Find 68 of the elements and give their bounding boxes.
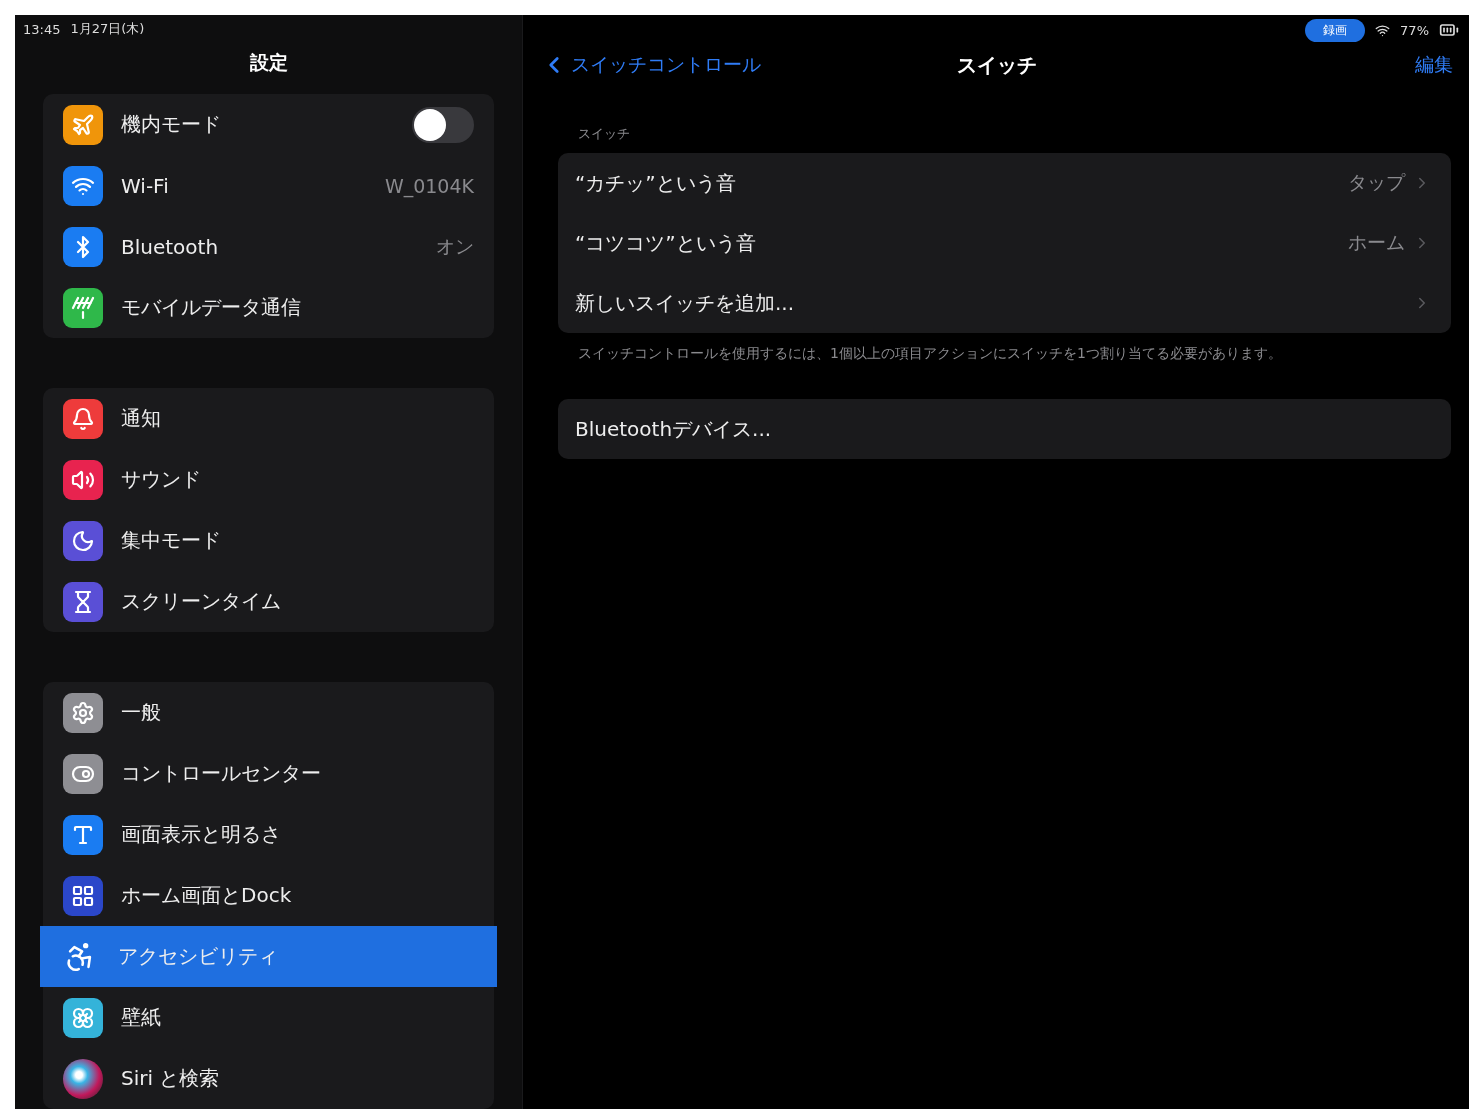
section-header: スイッチ: [577, 125, 631, 143]
flower-icon: [63, 997, 103, 1038]
status-date: 1月27日(木): [70, 20, 145, 39]
item-label: Bluetooth: [121, 234, 220, 259]
item-label: コントロールセンター: [121, 760, 322, 787]
item-label: Wi-Fi: [121, 173, 170, 198]
row-label: “コツコツ”という音: [575, 229, 757, 257]
battery-percent: 77%: [1400, 22, 1429, 38]
back-link[interactable]: スイッチコントロール: [541, 52, 957, 78]
edit-link[interactable]: 編集: [1415, 52, 1453, 78]
row-label: Bluetoothデバイス...: [575, 415, 773, 443]
sidebar-item[interactable]: 機内モード: [43, 94, 494, 155]
item-label: 画面表示と明るさ: [121, 821, 282, 848]
sidebar-item[interactable]: スクリーンタイム: [43, 571, 494, 632]
footer-note: スイッチコントロールを使用するには、1個以上の項目アクションにスイッチを1つ割り当てる必要があります。: [577, 344, 1283, 363]
sidebar-item[interactable]: コントロールセンター: [43, 743, 494, 804]
recording-indicator: 録画: [1305, 18, 1366, 42]
sidebar-item[interactable]: Wi-Fi W_0104K: [43, 155, 494, 216]
sidebar-item[interactable]: Bluetooth オン: [43, 216, 494, 277]
item-value: オン: [436, 233, 474, 259]
moon-icon: [63, 520, 103, 561]
sidebar-item[interactable]: サウンド: [43, 449, 494, 510]
hourglass-icon: [63, 581, 103, 622]
item-label: 通知: [121, 405, 162, 432]
speaker-icon: [63, 459, 103, 500]
list-row[interactable]: “コツコツ”という音 ホーム: [558, 213, 1451, 273]
item-label: 一般: [121, 699, 162, 726]
grid-icon: [63, 875, 103, 916]
list-row[interactable]: 新しいスイッチを追加...: [558, 273, 1451, 333]
page-title: スイッチ: [957, 51, 1037, 79]
sidebar-item[interactable]: 集中モード: [43, 510, 494, 571]
list-row[interactable]: “カチッ”という音 タップ: [558, 153, 1451, 213]
sidebar-item[interactable]: ホーム画面とDock: [43, 865, 494, 926]
sidebar-item[interactable]: Siri と検索: [43, 1048, 494, 1109]
item-label: 壁紙: [121, 1004, 162, 1031]
item-label: スクリーンタイム: [121, 588, 282, 615]
row-value: タップ: [1348, 170, 1405, 195]
sidebar-item[interactable]: 一般: [43, 682, 494, 743]
status-time: 13:45: [23, 21, 61, 37]
sidebar-title: 設定: [248, 49, 289, 75]
item-label: モバイルデータ通信: [121, 294, 302, 321]
item-label: 機内モード: [121, 111, 222, 138]
settings-icon: [63, 692, 103, 733]
item-label: Siri と検索: [121, 1065, 221, 1092]
item-label: サウンド: [121, 466, 202, 493]
sidebar-item[interactable]: 画面表示と明るさ: [43, 804, 494, 865]
antenna-icon: [63, 287, 103, 328]
bell-icon: [63, 398, 103, 439]
airplane-icon: [63, 104, 103, 145]
sidebar-item[interactable]: モバイルデータ通信: [43, 277, 494, 338]
item-label: アクセシビリティ: [118, 943, 279, 970]
row-value: ホーム: [1348, 230, 1405, 255]
toggle-switch[interactable]: [412, 106, 474, 143]
item-value: W_0104K: [384, 174, 474, 197]
row-label: 新しいスイッチを追加...: [575, 289, 796, 317]
sidebar-item[interactable]: 通知: [43, 388, 494, 449]
row-label: “カチッ”という音: [575, 169, 737, 197]
wifi-icon: [63, 165, 103, 206]
list-row[interactable]: Bluetoothデバイス...: [558, 399, 1451, 459]
wifi-icon: [1375, 22, 1391, 38]
item-label: ホーム画面とDock: [121, 882, 293, 909]
orb-icon: [63, 1058, 103, 1099]
bluetooth-icon: [63, 226, 103, 267]
toggle-icon: [63, 753, 103, 794]
sidebar-item[interactable]: アクセシビリティ: [40, 926, 497, 987]
text-size-icon: [63, 814, 103, 855]
item-label: 集中モード: [121, 527, 222, 554]
sidebar-item[interactable]: 壁紙: [43, 987, 494, 1048]
